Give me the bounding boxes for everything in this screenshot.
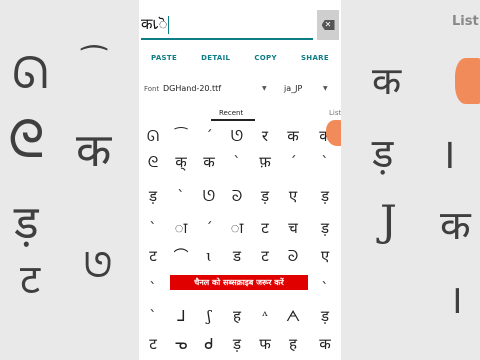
bg-glyph: ट [20,257,41,303]
finger-graphic [326,120,341,146]
glyph-cell[interactable]: ड़ [251,184,279,208]
glyph-cell[interactable]: ᘎ [195,184,223,208]
glyph-cell[interactable]: ड [223,244,251,268]
bg-glyph: । [440,129,456,178]
copy-button[interactable]: COPY [254,54,277,70]
glyph-cell[interactable]: ˋ [311,276,339,300]
glyph-cell[interactable]: ᘐ [279,244,307,268]
glyph-cell[interactable]: क [195,150,223,174]
glyph-cell[interactable]: ट [251,216,279,240]
glyph-grid: ᘏ ⁀ ˊ ᘎ र क क ᘓ क् क ˋ फ़ ˊ ˋ ड़ ˋ ᘎ ᘐ ड़ ए ड़ ˋा ˊा ट च ड़ ट ⌒ ɩ ड ट ᘐ… [139,124,341,360]
font-label: Font [144,85,160,93]
locale-dropdown[interactable]: ja_JP [284,84,302,93]
glyph-cell[interactable]: क [279,124,307,148]
glyph-row: ट ⌒ ɩ ड ट ᘐ ए [139,244,341,270]
bg-glyph: ᘎ [84,246,113,286]
bg-glyph: J [380,196,397,245]
clear-button[interactable]: ✕ [317,10,339,40]
glyph-cell[interactable]: ˋ [139,216,167,240]
glyph-cell[interactable]: फ़ [251,150,279,174]
glyph-cell[interactable]: र [251,124,279,148]
top-bar: क𑅵ॆ ✕ [139,0,341,46]
detail-button[interactable]: DETAIL [201,54,230,70]
glyph-cell[interactable]: फ [251,332,279,356]
bg-glyph: क [76,123,112,177]
bg-list-label: List [452,14,479,29]
glyph-cell[interactable]: च [279,216,307,240]
font-selector-row: Font DGHand-20.ttf ▼ ja_JP ▼ [139,82,341,98]
subscribe-banner: चैनल को सब्सक्राइब जरूर करें [170,275,308,290]
backspace-icon: ✕ [321,20,335,30]
bg-glyph: ⁀ [82,46,107,81]
paste-button[interactable]: PASTE [151,54,177,70]
bg-glyph: ड़ [14,195,39,249]
glyph-row: ट ᓀ ᑯ ड़ फ ह क [139,332,341,358]
glyph-row: ड़ ˋ ᘎ ᘐ ड़ ए ड़ [139,184,341,210]
glyph-cell[interactable]: ए [311,244,339,268]
finger-graphic [455,58,480,104]
glyph-cell[interactable]: ˊ [195,124,223,148]
bg-glyph: क [440,203,471,249]
tab-bar: Recent List [139,106,341,122]
glyph-cell[interactable]: ह [223,304,251,328]
glyph-cell[interactable]: ᗅ [279,304,307,328]
glyph-cell[interactable]: ह [279,332,307,356]
glyph-cell[interactable]: ˋ [139,276,167,300]
glyph-cell[interactable]: ˋ [223,150,251,174]
glyph-cell[interactable]: ᓀ [167,332,195,356]
text-caret [168,16,170,34]
glyph-cell[interactable]: ड़ [139,184,167,208]
tab-recent[interactable]: Recent [219,109,243,117]
glyph-cell[interactable]: ʃ [195,304,223,328]
glyph-cell[interactable]: ᘏ [139,124,167,148]
glyph-cell[interactable]: ट [139,332,167,356]
glyph-cell[interactable]: ए [279,184,307,208]
glyph-cell[interactable]: क [311,332,339,356]
glyph-cell[interactable]: क् [167,150,195,174]
glyph-row: ˋ ᒧ ʃ ह ᶺ ᗅ ड़ [139,304,341,330]
glyph-cell[interactable]: ᶺ [251,304,279,328]
glyph-cell[interactable]: ड़ [223,332,251,356]
glyph-cell[interactable]: ˊ [195,216,223,240]
action-bar: PASTE DETAIL COPY SHARE [139,54,341,70]
search-input-value: क𑅵ॆ [141,15,168,33]
glyph-cell[interactable]: ा [223,216,251,240]
glyph-cell[interactable]: ट [251,244,279,268]
bg-glyph: क [372,59,402,103]
glyph-cell[interactable]: ˋ [311,150,339,174]
glyph-cell[interactable]: ड़ [311,184,339,208]
dropdown-arrow-icon: ▼ [262,85,267,92]
bg-glyph: ᘏ [12,48,49,99]
bg-glyph: ᘓ [8,110,45,170]
glyph-cell[interactable]: ɩ [195,244,223,268]
tab-list[interactable]: List [329,109,341,117]
tab-indicator [211,119,255,121]
glyph-cell[interactable]: ⌒ [167,244,195,268]
glyph-cell[interactable]: ᘓ [139,150,167,174]
glyph-row: ᘏ ⁀ ˊ ᘎ र क क [139,124,341,150]
glyph-cell[interactable]: ट [139,244,167,268]
glyph-cell[interactable]: ᒧ [167,304,195,328]
dropdown-arrow-icon: ▼ [323,85,328,92]
glyph-cell[interactable]: ड़ [311,304,339,328]
glyph-row: ˋा ˊा ट च ड़ [139,216,341,242]
glyph-cell[interactable]: ᑯ [195,332,223,356]
phone-screen: क𑅵ॆ ✕ PASTE DETAIL COPY SHARE Font DGHan… [139,0,341,360]
glyph-cell[interactable]: ᘎ [223,124,251,148]
search-input[interactable]: क𑅵ॆ [141,10,313,40]
glyph-cell[interactable]: ˋ [167,184,195,208]
glyph-cell[interactable]: ⁀ [167,124,195,148]
glyph-cell[interactable]: ˊ [279,150,307,174]
bg-glyph: ड़ [372,131,394,177]
share-button[interactable]: SHARE [301,54,329,70]
glyph-cell[interactable]: ˋ [139,304,167,328]
font-dropdown[interactable]: DGHand-20.ttf [163,84,221,93]
bg-glyph: । [448,277,464,323]
glyph-cell[interactable]: ा [167,216,195,240]
glyph-cell[interactable]: ड़ [311,216,339,240]
glyph-cell[interactable]: ᘐ [223,184,251,208]
glyph-row: ᘓ क् क ˋ फ़ ˊ ˋ [139,150,341,176]
